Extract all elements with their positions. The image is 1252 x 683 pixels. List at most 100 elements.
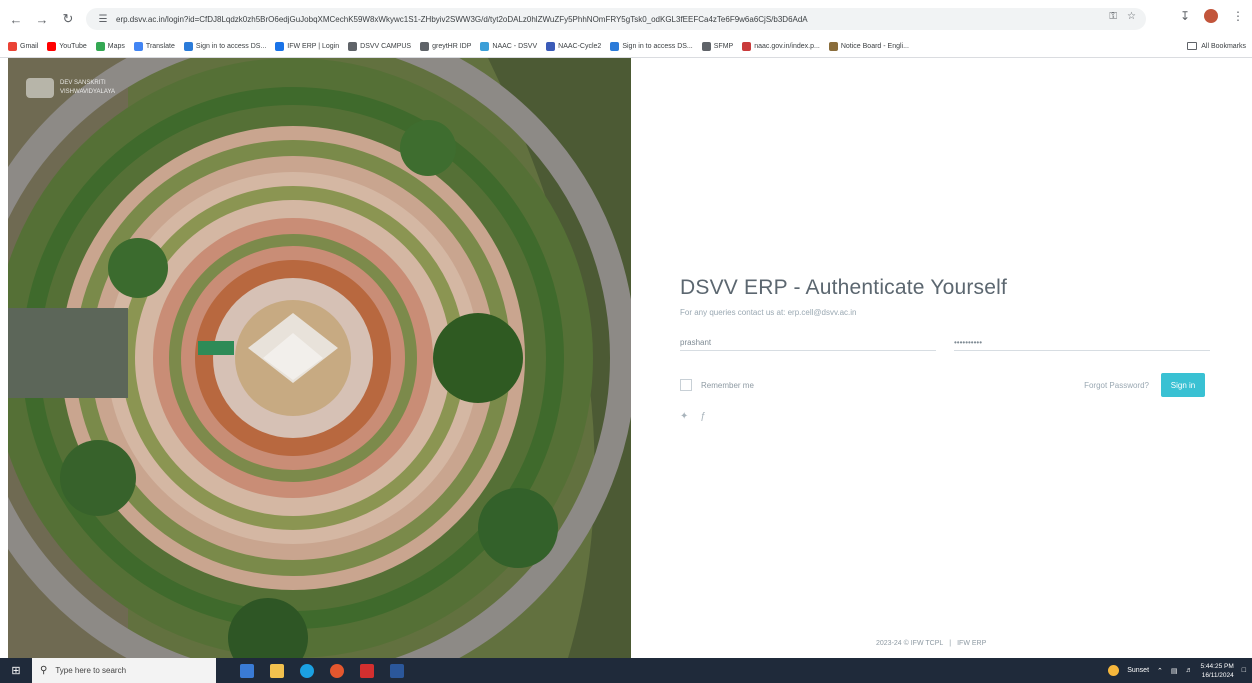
- bookmark-favicon-icon: [546, 42, 556, 51]
- bookmark-item[interactable]: Maps: [95, 42, 125, 51]
- reload-icon[interactable]: ↻: [58, 9, 78, 29]
- notification-icon[interactable]: □: [1242, 667, 1246, 674]
- bookmarks-bar: Gmail YouTube Maps Translate Sign in to acce…: [0, 36, 1252, 58]
- bookmark-label: Translate: [145, 43, 175, 50]
- footer-separator: |: [949, 640, 952, 647]
- bookmark-label: NAAC-Cycle2: [558, 43, 602, 50]
- bookmark-item[interactable]: YouTube: [47, 42, 87, 51]
- menu-icon[interactable]: ⋮: [1232, 9, 1244, 23]
- page-footer: 2023-24 © IFW TCPL | IFW ERP: [876, 640, 986, 647]
- facebook-icon[interactable]: ƒ: [700, 411, 706, 422]
- bookmark-favicon-icon: [828, 42, 838, 51]
- bookmark-favicon-icon: [47, 42, 57, 51]
- password-field[interactable]: [954, 327, 1210, 351]
- bookmark-item[interactable]: Sign in to access DS...: [610, 42, 693, 51]
- bookmark-star-icon[interactable]: ☆: [1127, 11, 1136, 22]
- download-icon[interactable]: ↧: [1180, 9, 1190, 23]
- bookmark-favicon-icon: [701, 42, 711, 51]
- bookmark-item[interactable]: SFMP: [701, 42, 734, 51]
- bookmark-label: Notice Board - Engli...: [840, 43, 909, 50]
- taskbar-search[interactable]: ⚲ Type here to search: [32, 658, 216, 683]
- bookmark-favicon-icon: [8, 42, 17, 51]
- network-icon[interactable]: ▤: [1171, 667, 1178, 675]
- bookmark-item[interactable]: greytHR IDP: [420, 42, 471, 51]
- tray-chevron-icon[interactable]: ⌃: [1157, 667, 1163, 675]
- chrome-icon[interactable]: [330, 663, 344, 678]
- bookmark-label: SFMP: [713, 43, 734, 50]
- bookmark-label: greytHR IDP: [432, 43, 472, 50]
- footer-product-link[interactable]: IFW ERP: [957, 640, 986, 647]
- login-page: DEV SANSKRITI VISHWAVIDYALAYA DSVV ERP -…: [0, 58, 1252, 658]
- logo-mark-icon: [26, 78, 54, 98]
- windows-taskbar: ⊞ ⚲ Type here to search Sunset ⌃ ▤ ♬ 5:4…: [0, 658, 1252, 683]
- bookmark-label: naac.gov.in/index.p...: [754, 43, 820, 50]
- clock-time: 5:44:25 PM: [1200, 662, 1234, 670]
- remember-me[interactable]: Remember me: [680, 379, 754, 391]
- bookmark-item[interactable]: Notice Board - Engli...: [828, 42, 909, 51]
- login-form: DSVV ERP - Authenticate Yourself For any…: [680, 276, 1210, 422]
- edge-icon[interactable]: [300, 663, 314, 678]
- forward-icon[interactable]: →: [32, 9, 52, 29]
- file-explorer-icon[interactable]: [270, 663, 284, 678]
- university-logo: DEV SANSKRITI VISHWAVIDYALAYA: [26, 78, 115, 98]
- bookmark-favicon-icon: [348, 42, 358, 51]
- all-bookmarks-button[interactable]: All Bookmarks: [1187, 42, 1246, 50]
- bookmark-item[interactable]: IFW ERP | Login: [275, 42, 339, 51]
- bookmark-item[interactable]: NAAC - DSVV: [480, 42, 537, 51]
- word-icon[interactable]: [390, 663, 404, 678]
- bookmark-item[interactable]: NAAC-Cycle2: [546, 42, 601, 51]
- bookmark-label: Sign in to access DS...: [195, 43, 267, 50]
- logo-line2: VISHWAVIDYALAYA: [60, 89, 116, 95]
- browser-toolbar: ← → ↻ ☰ erp.dsvv.ac.in/login?id=CfDJ8Lqd…: [0, 0, 1252, 36]
- sign-in-button[interactable]: Sign in: [1161, 373, 1205, 397]
- username-field[interactable]: [680, 327, 936, 351]
- bookmark-favicon-icon: [275, 42, 285, 51]
- search-icon: ⚲: [40, 665, 48, 676]
- clock-date: 16/11/2024: [1201, 671, 1234, 679]
- remember-label: Remember me: [701, 380, 754, 390]
- weather-label[interactable]: Sunset: [1127, 667, 1149, 674]
- address-bar[interactable]: ☰ erp.dsvv.ac.in/login?id=CfDJ8Lqdzk0zh5…: [86, 8, 1146, 30]
- contact-text: For any queries contact us at: erp.cell@…: [680, 308, 857, 317]
- folder-icon: [1187, 42, 1198, 50]
- forgot-password-link[interactable]: Forgot Password?: [1084, 381, 1149, 390]
- bookmark-favicon-icon: [95, 42, 105, 51]
- bookmark-favicon-icon: [133, 42, 143, 51]
- bookmark-label: NAAC - DSVV: [492, 43, 538, 50]
- bookmark-item[interactable]: naac.gov.in/index.p...: [742, 42, 820, 51]
- taskbar-clock[interactable]: 5:44:25 PM 16/11/2024: [1201, 662, 1234, 680]
- logo-line1: DEV SANSKRITI: [60, 80, 106, 86]
- bookmark-item[interactable]: Sign in to access DS...: [183, 42, 267, 51]
- volume-icon[interactable]: ♬: [1186, 667, 1193, 674]
- url-text[interactable]: erp.dsvv.ac.in/login?id=CfDJ8Lqdzk0zh5Br…: [116, 15, 1056, 24]
- remember-checkbox[interactable]: [680, 379, 692, 391]
- page-title: DSVV ERP - Authenticate Yourself: [680, 276, 1008, 299]
- pdf-reader-icon[interactable]: [360, 663, 374, 678]
- twitter-icon[interactable]: ✦: [680, 411, 688, 422]
- aerial-illustration: [8, 58, 631, 658]
- address-row: ← → ↻ ☰ erp.dsvv.ac.in/login?id=CfDJ8Lqd…: [0, 6, 1252, 32]
- bookmark-item[interactable]: DSVV CAMPUS: [348, 42, 411, 51]
- profile-avatar[interactable]: [1204, 9, 1218, 23]
- weather-icon[interactable]: [1108, 665, 1120, 676]
- bookmark-item[interactable]: Translate: [133, 42, 175, 51]
- all-bookmarks-label: All Bookmarks: [1201, 42, 1246, 50]
- windows-start-icon[interactable]: ⊞: [0, 658, 32, 683]
- campus-aerial-image: DEV SANSKRITI VISHWAVIDYALAYA: [8, 58, 631, 658]
- bookmark-favicon-icon: [183, 42, 193, 51]
- back-icon[interactable]: ←: [6, 9, 26, 29]
- bookmark-favicon-icon: [742, 42, 752, 51]
- search-placeholder: Type here to search: [55, 666, 127, 675]
- bookmark-favicon-icon: [480, 42, 490, 51]
- bookmark-label: IFW ERP | Login: [287, 43, 340, 50]
- key-icon[interactable]: ⚿: [1109, 11, 1117, 22]
- site-info-icon[interactable]: ☰: [96, 12, 110, 26]
- bookmark-label: YouTube: [59, 43, 87, 50]
- bookmark-label: Gmail: [20, 43, 39, 50]
- footer-copyright: 2023-24 © IFW TCPL: [876, 640, 944, 647]
- system-tray: Sunset ⌃ ▤ ♬ 5:44:25 PM 16/11/2024 □: [1108, 658, 1246, 683]
- task-view-icon[interactable]: [240, 663, 254, 678]
- bookmark-label: DSVV CAMPUS: [360, 43, 412, 50]
- bookmark-item[interactable]: Gmail: [8, 42, 38, 51]
- bookmark-label: Sign in to access DS...: [622, 43, 693, 50]
